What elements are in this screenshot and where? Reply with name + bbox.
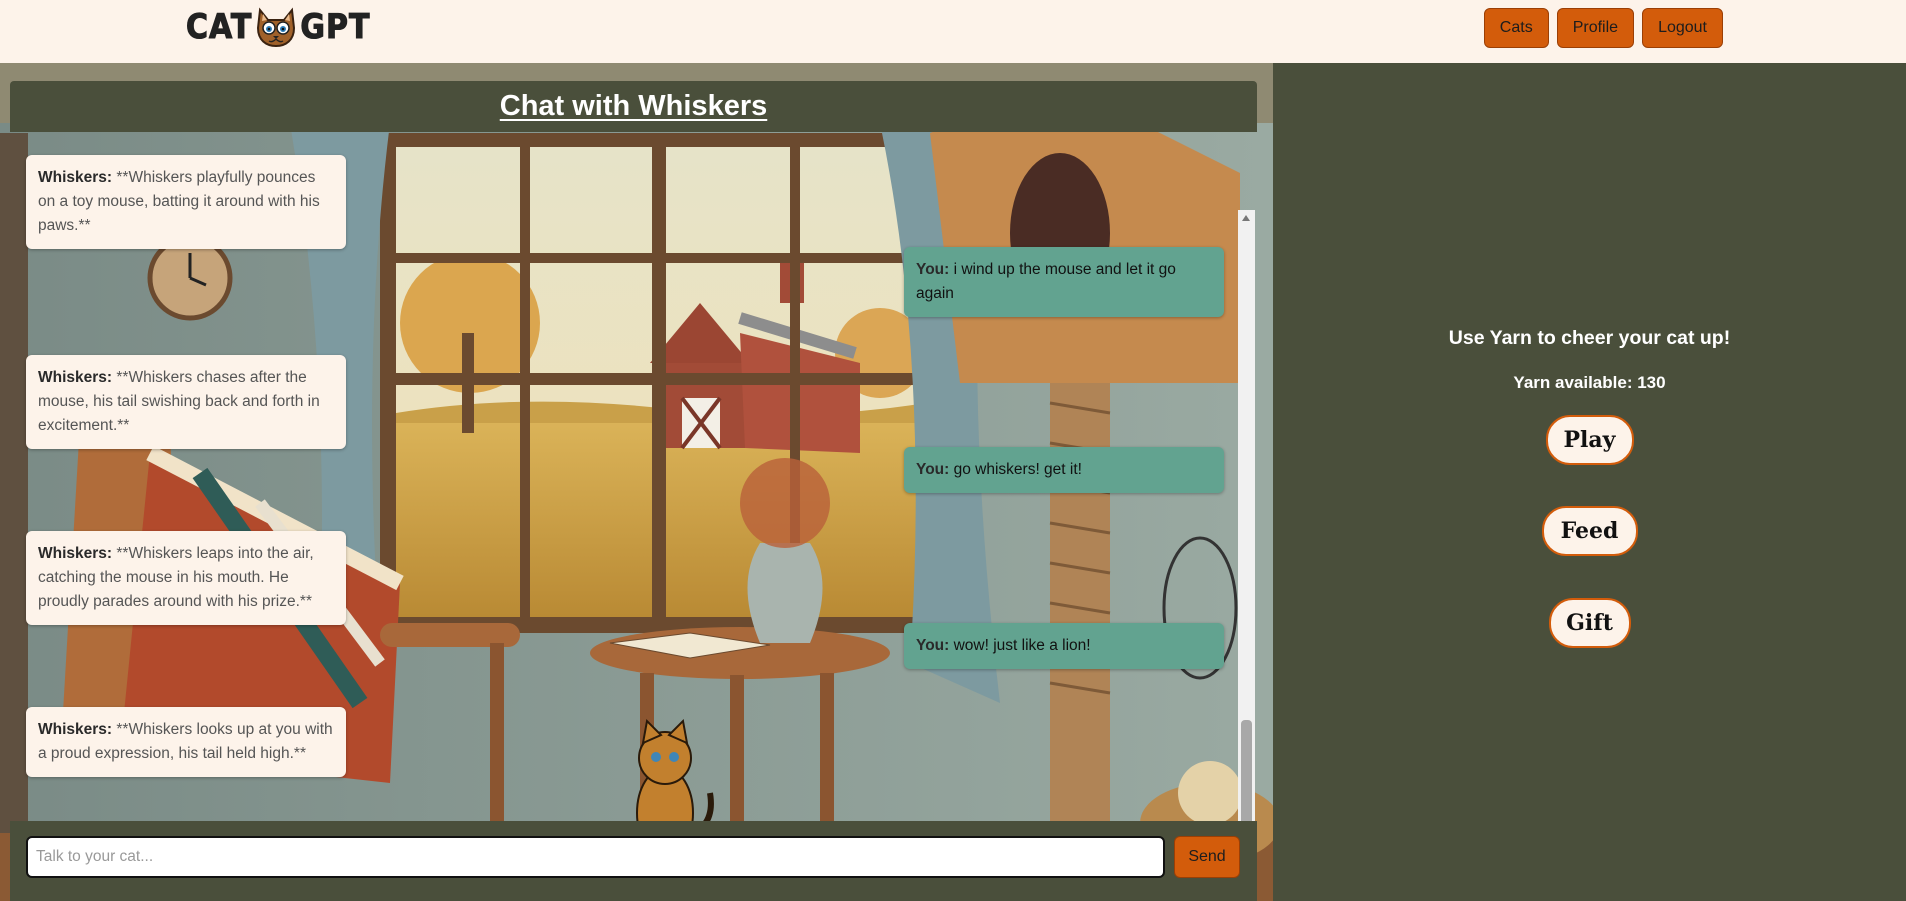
cat-message: Whiskers: **Whiskers leaps into the air,… [26,531,346,625]
message-text: i wind up the mouse and let it go again [916,261,1176,302]
nav-cats-button[interactable]: Cats [1483,8,1549,48]
catgpt-logo[interactable]: CAT GPT [185,6,371,48]
message-sender: Whiskers: [38,721,113,738]
message-text: wow! just like a lion! [949,637,1091,654]
logo-text-left: CAT [185,7,253,47]
nav-profile-button[interactable]: Profile [1556,8,1635,48]
cat-face-icon [257,7,296,48]
scroll-up-arrow-icon[interactable] [1242,215,1250,221]
feed-button[interactable]: Feed [1541,506,1638,556]
yarn-heading: Use Yarn to cheer your cat up! [1448,327,1731,349]
nav-logout-button[interactable]: Logout [1642,8,1723,48]
cat-message: Whiskers: **Whiskers chases after the mo… [26,355,346,449]
gift-button[interactable]: Gift [1548,598,1631,648]
message-sender: Whiskers: [38,545,113,562]
message-sender: Whiskers: [38,369,113,386]
message-composer: Send [10,821,1257,901]
chat-message-input[interactable] [26,836,1165,878]
logo-text-right: GPT [300,7,371,47]
message-sender: You: [916,637,950,654]
cat-message: Whiskers: **Whiskers looks up at you wit… [26,707,346,777]
user-message: You: go whiskers! get it! [904,447,1224,493]
message-sender: Whiskers: [38,169,113,186]
message-scrollbar[interactable] [1238,210,1255,883]
top-navbar: CAT GPT Cats Profile Logout [0,0,1906,63]
message-sender: You: [916,261,950,278]
chat-header: Chat with Whiskers [10,81,1257,132]
message-text: go whiskers! get it! [949,461,1082,478]
main-nav: Cats Profile Logout [1483,8,1723,48]
yarn-available: Yarn available: 130 [1513,373,1666,392]
user-message: You: wow! just like a lion! [904,623,1224,669]
chat-title: Chat with Whiskers [499,90,768,122]
yarn-panel: Use Yarn to cheer your cat up! Yarn avai… [1273,63,1906,901]
user-message: You: i wind up the mouse and let it go a… [904,247,1224,317]
message-sender: You: [916,461,950,478]
cat-message: Whiskers: **Whiskers playfully pounces o… [26,155,346,249]
send-button[interactable]: Send [1174,836,1240,878]
chat-panel: Chat with Whiskers Whiskers: **Whiskers … [0,63,1273,901]
message-list: Whiskers: **Whiskers playfully pounces o… [10,132,1257,808]
play-button[interactable]: Play [1545,415,1634,465]
